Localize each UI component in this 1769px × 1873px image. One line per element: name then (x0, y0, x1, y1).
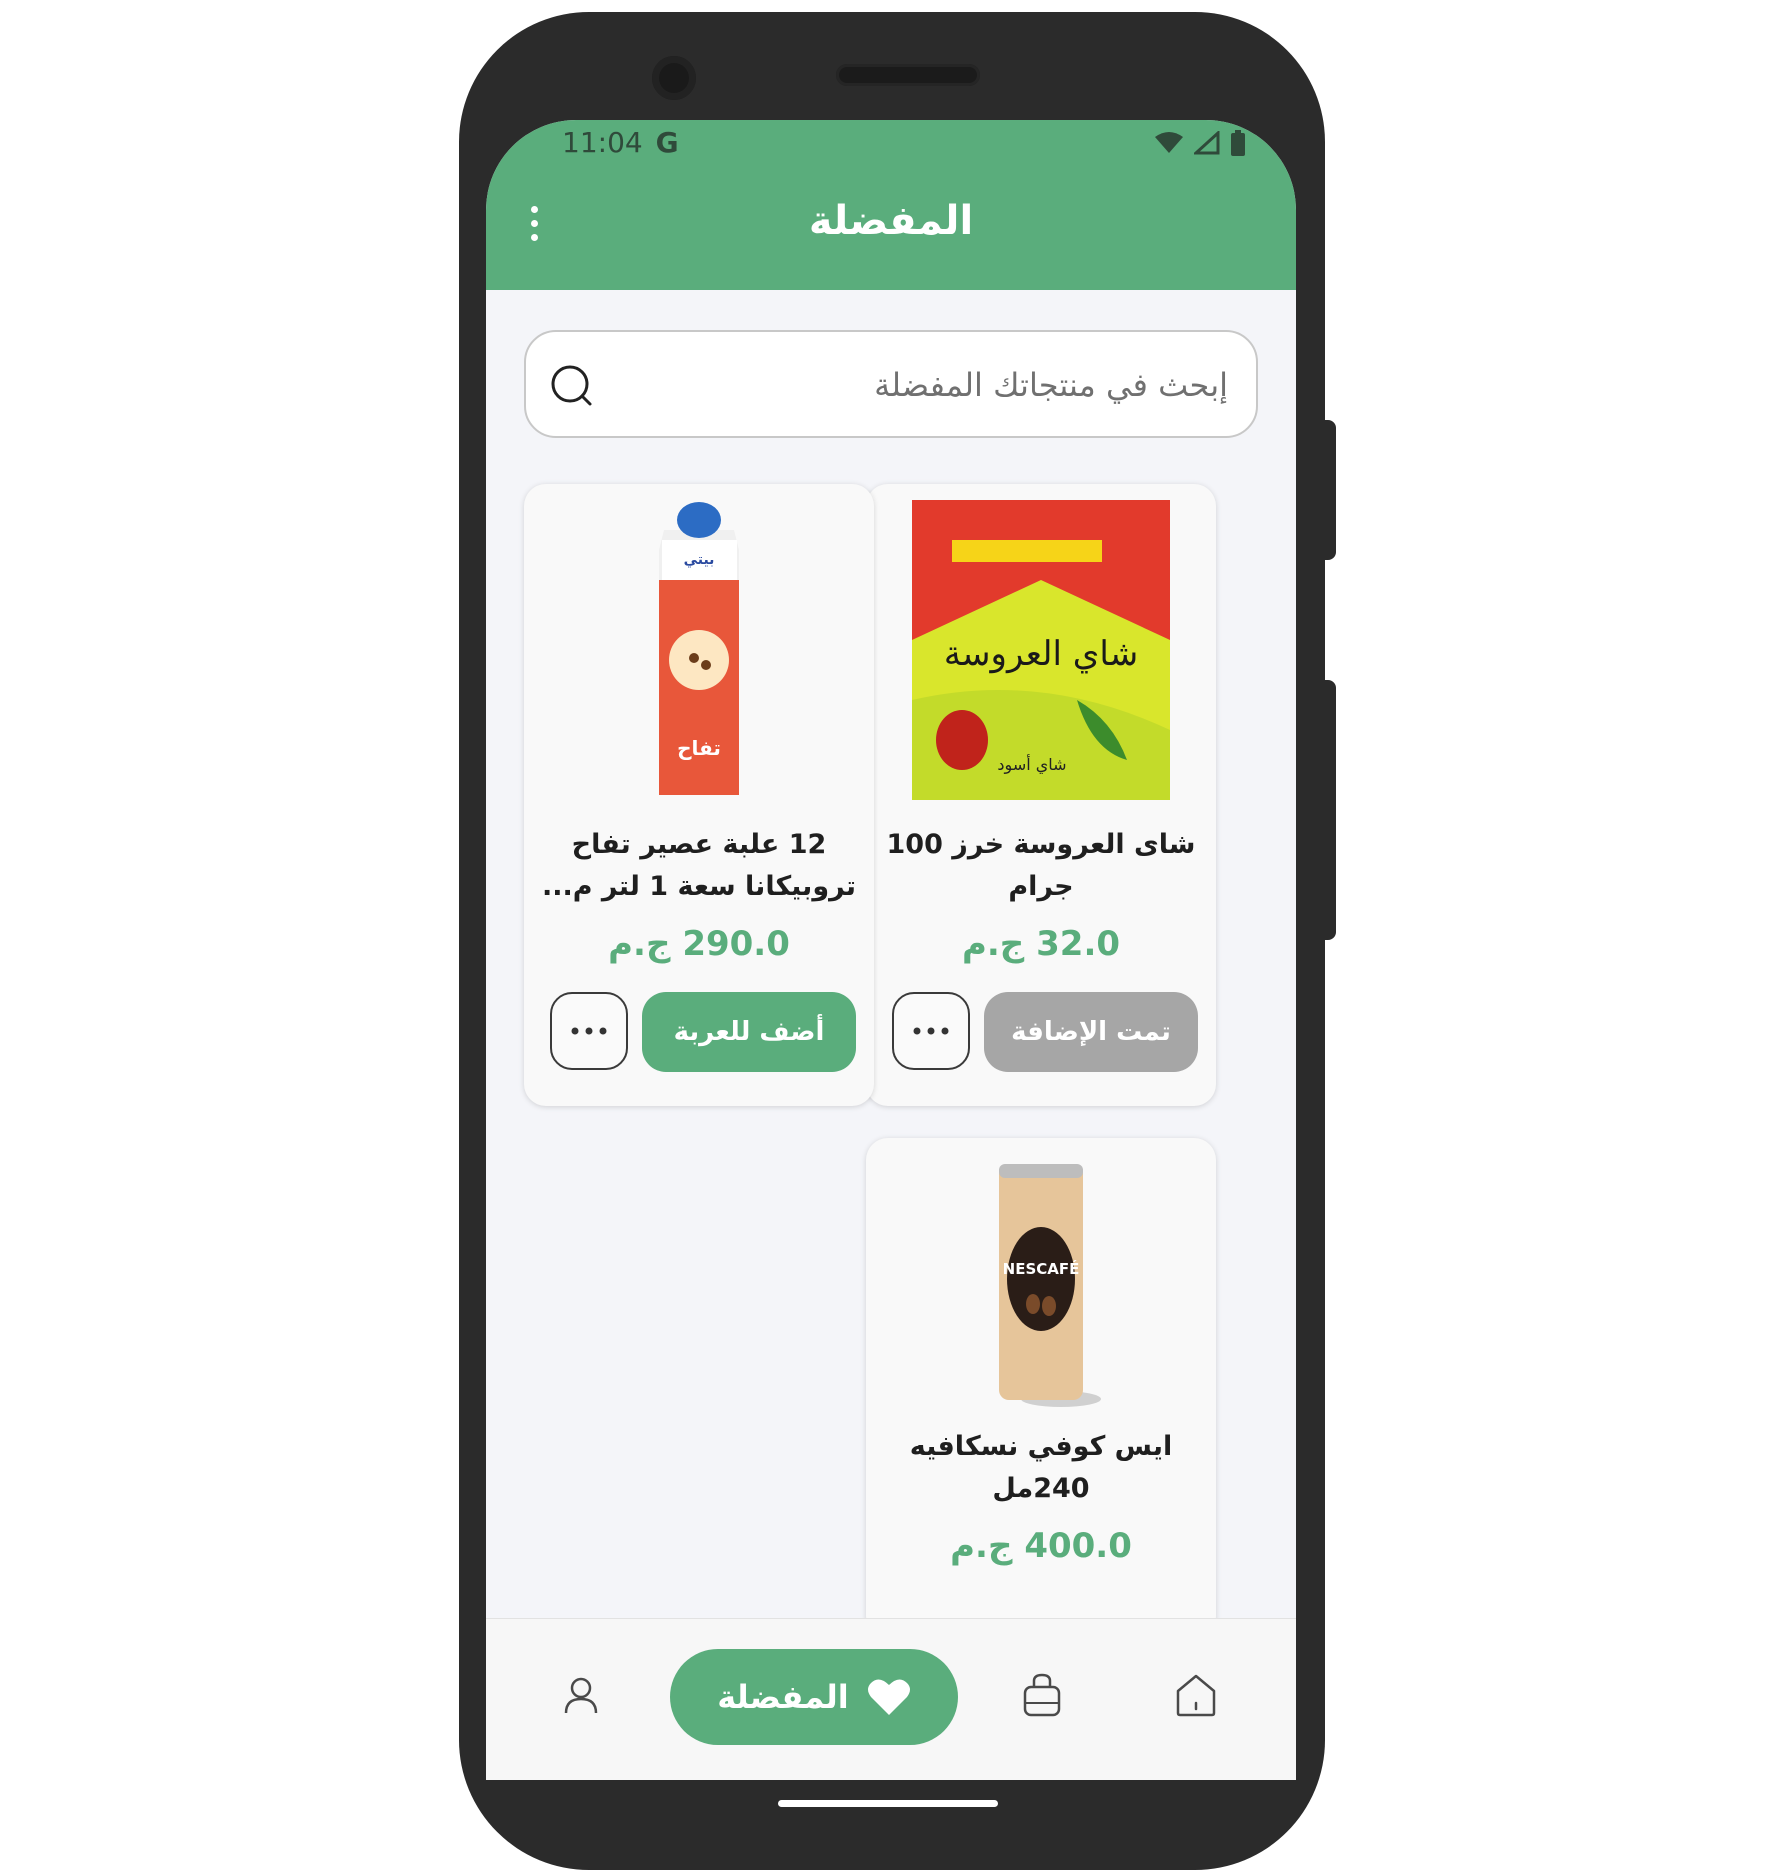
power-button (1322, 680, 1336, 940)
more-options-button[interactable] (892, 992, 970, 1070)
product-image-tea-box: شاي العروسة شاي أسود (866, 500, 1216, 800)
signal-icon (1194, 131, 1220, 155)
nav-favorites-active[interactable]: المفضلة (670, 1649, 958, 1745)
product-image-juice-carton: بيتي تفاح (524, 500, 874, 800)
more-horiz-icon (571, 1027, 607, 1035)
svg-text:بيتي: بيتي (684, 552, 715, 568)
bottom-navigation: المفضلة (486, 1618, 1296, 1780)
app-screen: 11:04 G المفضلة شاي العروسة (486, 120, 1296, 1780)
svg-text:NESCAFÉ: NESCAFÉ (1003, 1259, 1080, 1278)
product-price: 32.0 ج.م (961, 924, 1121, 964)
svg-text:شاي أسود: شاي أسود (997, 754, 1066, 775)
earpiece (836, 64, 980, 86)
front-camera (652, 56, 696, 100)
battery-icon (1231, 130, 1245, 156)
product-price: 290.0 ج.م (608, 924, 790, 964)
wifi-icon (1155, 132, 1183, 153)
search-bar (524, 330, 1258, 438)
more-horiz-icon (913, 1027, 949, 1035)
carrier-icon: G (655, 126, 679, 159)
profile-icon[interactable] (564, 1677, 598, 1715)
product-name[interactable]: 12 علبة عصير تفاح تروبيكانا سعة 1 لتر م.… (540, 824, 858, 908)
search-icon[interactable] (550, 364, 596, 410)
nav-favorites-label: المفضلة (717, 1678, 849, 1716)
status-icons (1154, 130, 1246, 156)
product-card-coffee[interactable]: NESCAFÉ ايس كوفي نسكافيه 240مل 400.0 ج.م (866, 1138, 1216, 1638)
gesture-home-bar[interactable] (778, 1800, 998, 1807)
page-title: المفضلة (808, 198, 974, 244)
svg-text:تفاح: تفاح (677, 736, 721, 760)
product-card-tea[interactable]: شاي العروسة شاي أسود شاى العروسة خرز 100… (866, 484, 1216, 1106)
heart-icon (867, 1679, 910, 1715)
status-time: 11:04 G (562, 126, 679, 159)
product-card-juice[interactable]: بيتي تفاح 12 علبة عصير تفاح تروبيكانا سع… (524, 484, 874, 1106)
bag-icon[interactable] (1022, 1673, 1062, 1717)
app-bar: 11:04 G المفضلة (486, 120, 1296, 290)
volume-button (1322, 420, 1336, 560)
product-name[interactable]: شاى العروسة خرز 100 جرام (882, 824, 1200, 908)
search-input[interactable] (666, 332, 1230, 438)
product-price: 400.0 ج.م (950, 1526, 1132, 1566)
add-to-cart-button[interactable]: أضف للعربة (642, 992, 856, 1072)
svg-text:شاي العروسة: شاي العروسة (944, 634, 1138, 674)
home-icon[interactable] (1174, 1673, 1218, 1717)
more-options-button[interactable] (550, 992, 628, 1070)
product-name[interactable]: ايس كوفي نسكافيه 240مل (882, 1426, 1200, 1510)
added-to-cart-button[interactable]: تمت الإضافة (984, 992, 1198, 1072)
product-image-coffee-can: NESCAFÉ (866, 1154, 1216, 1454)
